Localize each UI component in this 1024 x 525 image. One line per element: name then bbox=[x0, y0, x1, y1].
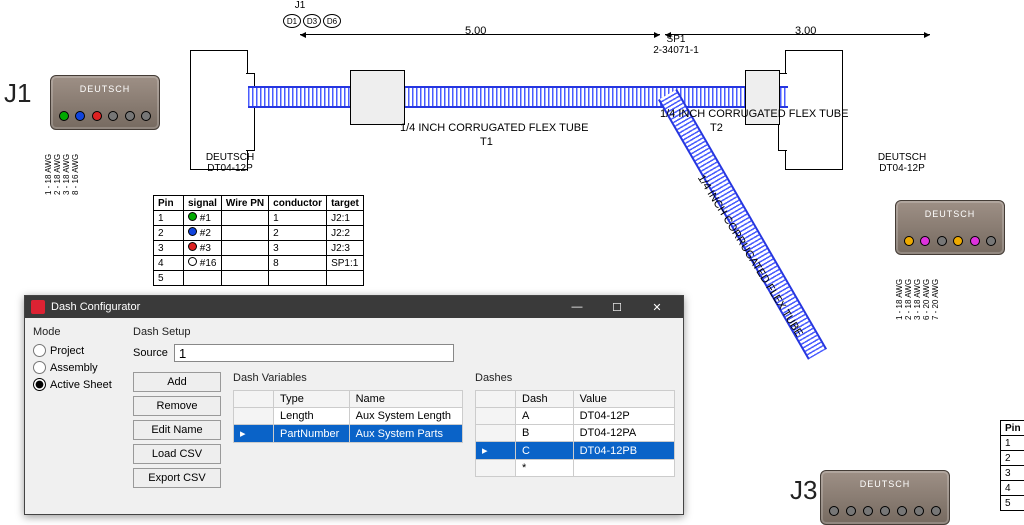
dash-variables-label: Dash Variables bbox=[233, 372, 463, 384]
tube-main[interactable] bbox=[248, 86, 788, 108]
dash-setup-label: Dash Setup bbox=[133, 326, 675, 338]
tube-clamp-1[interactable] bbox=[350, 70, 405, 125]
connector-brand: DEUTSCH bbox=[896, 209, 1004, 219]
connector-brand: DEUTSCH bbox=[51, 84, 159, 94]
mode-active-sheet[interactable]: Active Sheet bbox=[33, 378, 123, 391]
dash-configurator-dialog[interactable]: Dash Configurator — ☐ ✕ Mode Project Ass… bbox=[24, 295, 684, 515]
awg-j2: 1 - 18 AWG 2 - 18 AWG 3 - 18 AWG 6 - 20 … bbox=[895, 279, 940, 320]
label-j1: J1 bbox=[4, 78, 31, 109]
app-icon bbox=[31, 300, 45, 314]
pin-col-header: Pin bbox=[1001, 421, 1024, 436]
table-row[interactable]: 4 #168SP1:1 bbox=[154, 256, 364, 271]
mode-assembly[interactable]: Assembly bbox=[33, 361, 123, 374]
pin-col-header: conductor bbox=[269, 196, 327, 211]
dash-variables-grid[interactable]: TypeName LengthAux System Length▸PartNum… bbox=[233, 390, 463, 443]
maximize-button[interactable]: ☐ bbox=[597, 296, 637, 318]
source-label: Source bbox=[133, 347, 168, 359]
pin-table-j3[interactable]: Pinsignal 1 #152 #143 #194 #195 bbox=[1000, 420, 1024, 511]
table-row[interactable]: 2 #22J2:2 bbox=[154, 226, 364, 241]
pin-table-j1[interactable]: PinsignalWire PNconductortarget 1 #11J2:… bbox=[153, 195, 364, 286]
callout-deutsch-right: DEUTSCH DT04-12P bbox=[862, 152, 942, 174]
callout-j1: J1 bbox=[260, 0, 340, 11]
pin-col-header: target bbox=[327, 196, 364, 211]
tube-label-2: 1/4 INCH CORRUGATED FLEX TUBE bbox=[660, 108, 848, 120]
add-button[interactable]: Add bbox=[133, 372, 221, 392]
table-row[interactable]: 5 bbox=[154, 271, 364, 286]
table-row[interactable]: 3 #33J2:3 bbox=[154, 241, 364, 256]
grid-row[interactable]: * bbox=[476, 460, 675, 477]
grid-row[interactable]: ▸PartNumberAux System Parts bbox=[234, 425, 463, 443]
awg-j1: 1 - 18 AWG 2 - 18 AWG 3 - 18 AWG 8 - 16 … bbox=[44, 154, 80, 195]
export-csv-button[interactable]: Export CSV bbox=[133, 468, 221, 488]
callout-deutsch-left: DEUTSCH DT04-12P bbox=[190, 152, 270, 174]
table-row[interactable]: 4 #19 bbox=[1001, 481, 1024, 496]
pin-col-header: signal bbox=[184, 196, 222, 211]
callout-bubbles: D1D3D6 bbox=[283, 14, 341, 28]
table-row[interactable]: 3 #19 bbox=[1001, 466, 1024, 481]
table-row[interactable]: 2 #14 bbox=[1001, 451, 1024, 466]
connector-j2[interactable]: DEUTSCH bbox=[895, 200, 1005, 255]
tube-t2: T2 bbox=[710, 122, 723, 134]
dim-3: 3.00 bbox=[795, 25, 816, 37]
pin-col-header: Wire PN bbox=[221, 196, 268, 211]
tube-label-1: 1/4 INCH CORRUGATED FLEX TUBE bbox=[400, 122, 588, 134]
grid-row[interactable]: BDT04-12PA bbox=[476, 425, 675, 442]
dashes-label: Dashes bbox=[475, 372, 675, 384]
dialog-titlebar[interactable]: Dash Configurator — ☐ ✕ bbox=[25, 296, 683, 318]
mode-label: Mode bbox=[33, 326, 123, 338]
mode-project[interactable]: Project bbox=[33, 344, 123, 357]
label-j3: J3 bbox=[790, 475, 817, 506]
dim-5: 5.00 bbox=[465, 25, 486, 37]
edit-name-button[interactable]: Edit Name bbox=[133, 420, 221, 440]
remove-button[interactable]: Remove bbox=[133, 396, 221, 416]
grid-row[interactable]: ADT04-12P bbox=[476, 408, 675, 425]
minimize-button[interactable]: — bbox=[557, 296, 597, 318]
table-row[interactable]: 1 #15 bbox=[1001, 436, 1024, 451]
connector-j3[interactable]: DEUTSCH bbox=[820, 470, 950, 525]
close-button[interactable]: ✕ bbox=[637, 296, 677, 318]
dashes-grid[interactable]: DashValue ADT04-12PBDT04-12PA▸CDT04-12PB… bbox=[475, 390, 675, 477]
table-row[interactable]: 1 #11J2:1 bbox=[154, 211, 364, 226]
pin-col-header: Pin bbox=[154, 196, 184, 211]
source-input[interactable] bbox=[174, 344, 454, 362]
tube-t1: T1 bbox=[480, 136, 493, 148]
callout-sp: SP1 2-34071-1 bbox=[636, 34, 716, 56]
connector-j1[interactable]: DEUTSCH bbox=[50, 75, 160, 130]
connector-brand: DEUTSCH bbox=[821, 479, 949, 489]
grid-row[interactable]: LengthAux System Length bbox=[234, 408, 463, 425]
grid-row[interactable]: ▸CDT04-12PB bbox=[476, 442, 675, 460]
table-row[interactable]: 5 bbox=[1001, 496, 1024, 511]
dialog-title: Dash Configurator bbox=[51, 301, 140, 313]
load-csv-button[interactable]: Load CSV bbox=[133, 444, 221, 464]
tube-label-3: 1/4 INCH CORRUGATED FLEX TUBE bbox=[695, 173, 805, 339]
